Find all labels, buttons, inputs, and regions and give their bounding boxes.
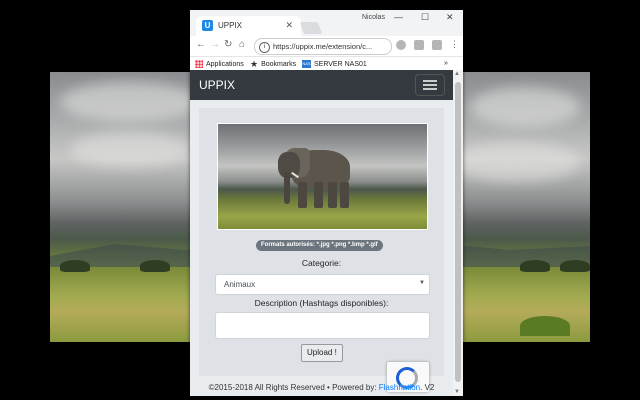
reload-icon[interactable]: ↻ [224,39,232,50]
new-tab-button[interactable] [299,22,323,34]
uppix-favicon-icon: U [202,20,213,31]
extension-icon[interactable] [432,40,442,50]
browser-toolbar: ← → ↻ ⌂ i https://uppix.me/extension/c...… [190,36,463,57]
brand-logo[interactable]: UPPIX [199,78,235,92]
tab-title: UPPIX [218,21,243,30]
minimize-icon[interactable]: — [394,12,403,22]
description-field[interactable] [215,312,430,339]
footer-text: ©2015-2018 All Rights Reserved • Powered… [208,383,379,392]
navbar: UPPIX [190,70,453,100]
close-window-icon[interactable]: ✕ [446,12,454,23]
apps-grid-icon [195,60,203,68]
browser-window: U UPPIX ✕ Nicolas — ☐ ✕ ← → ↻ ⌂ i https:/… [190,10,463,396]
hamburger-menu-button[interactable] [415,74,445,96]
info-icon[interactable]: i [259,41,270,53]
scroll-down-icon[interactable]: ▼ [454,389,460,395]
more-bookmarks-button[interactable]: » [444,60,448,67]
category-value: Animaux [224,280,256,289]
nas-icon: NAS [302,60,311,68]
maximize-icon[interactable]: ☐ [421,12,429,23]
scrollbar[interactable]: ▲ ▼ [453,70,463,396]
footer-suffix: . V2 [420,383,435,392]
elephant-image [278,142,350,212]
address-bar[interactable]: i https://uppix.me/extension/c... [254,38,392,55]
category-label: Categorie: [301,258,342,268]
upload-card: Formats autorisés: *.jpg *.png *.bmp *.g… [199,108,444,376]
upload-button[interactable]: Upload ! [301,344,343,362]
forward-icon[interactable]: → [210,39,220,50]
image-preview [217,123,428,230]
title-bar: U UPPIX ✕ Nicolas — ☐ ✕ [190,10,463,36]
url-text: https://uppix.me/extension/c... [273,42,373,51]
category-select[interactable]: Animaux ▼ [215,274,430,295]
footer-link[interactable]: Flashnation [379,383,420,392]
menu-kebab-icon[interactable]: ⋮ [450,39,459,50]
page-content: UPPIX Formats autorisés: *.jpg *.png *.b… [190,70,453,396]
browser-tab[interactable]: U UPPIX ✕ [196,16,301,36]
star-icon: ★ [250,59,259,69]
bookmark-applications[interactable]: Applications [195,60,244,68]
extension-icon[interactable] [414,40,424,50]
profile-name[interactable]: Nicolas [362,14,385,21]
description-label: Description (Hashtags disponibles): [254,298,389,308]
bookmark-server-nas01[interactable]: NAS SERVER NAS01 [302,60,367,68]
scrollbar-thumb[interactable] [455,82,461,382]
formats-badge: Formats autorisés: *.jpg *.png *.bmp *.g… [256,240,383,251]
home-icon[interactable]: ⌂ [239,39,245,50]
extension-icon[interactable] [396,40,406,50]
scroll-up-icon[interactable]: ▲ [454,71,460,77]
close-tab-icon[interactable]: ✕ [285,20,293,31]
bookmark-bookmarks[interactable]: ★ Bookmarks [250,59,296,69]
footer: ©2015-2018 All Rights Reserved • Powered… [190,383,453,392]
dropdown-arrow-icon: ▼ [419,280,425,286]
back-icon[interactable]: ← [196,39,206,50]
